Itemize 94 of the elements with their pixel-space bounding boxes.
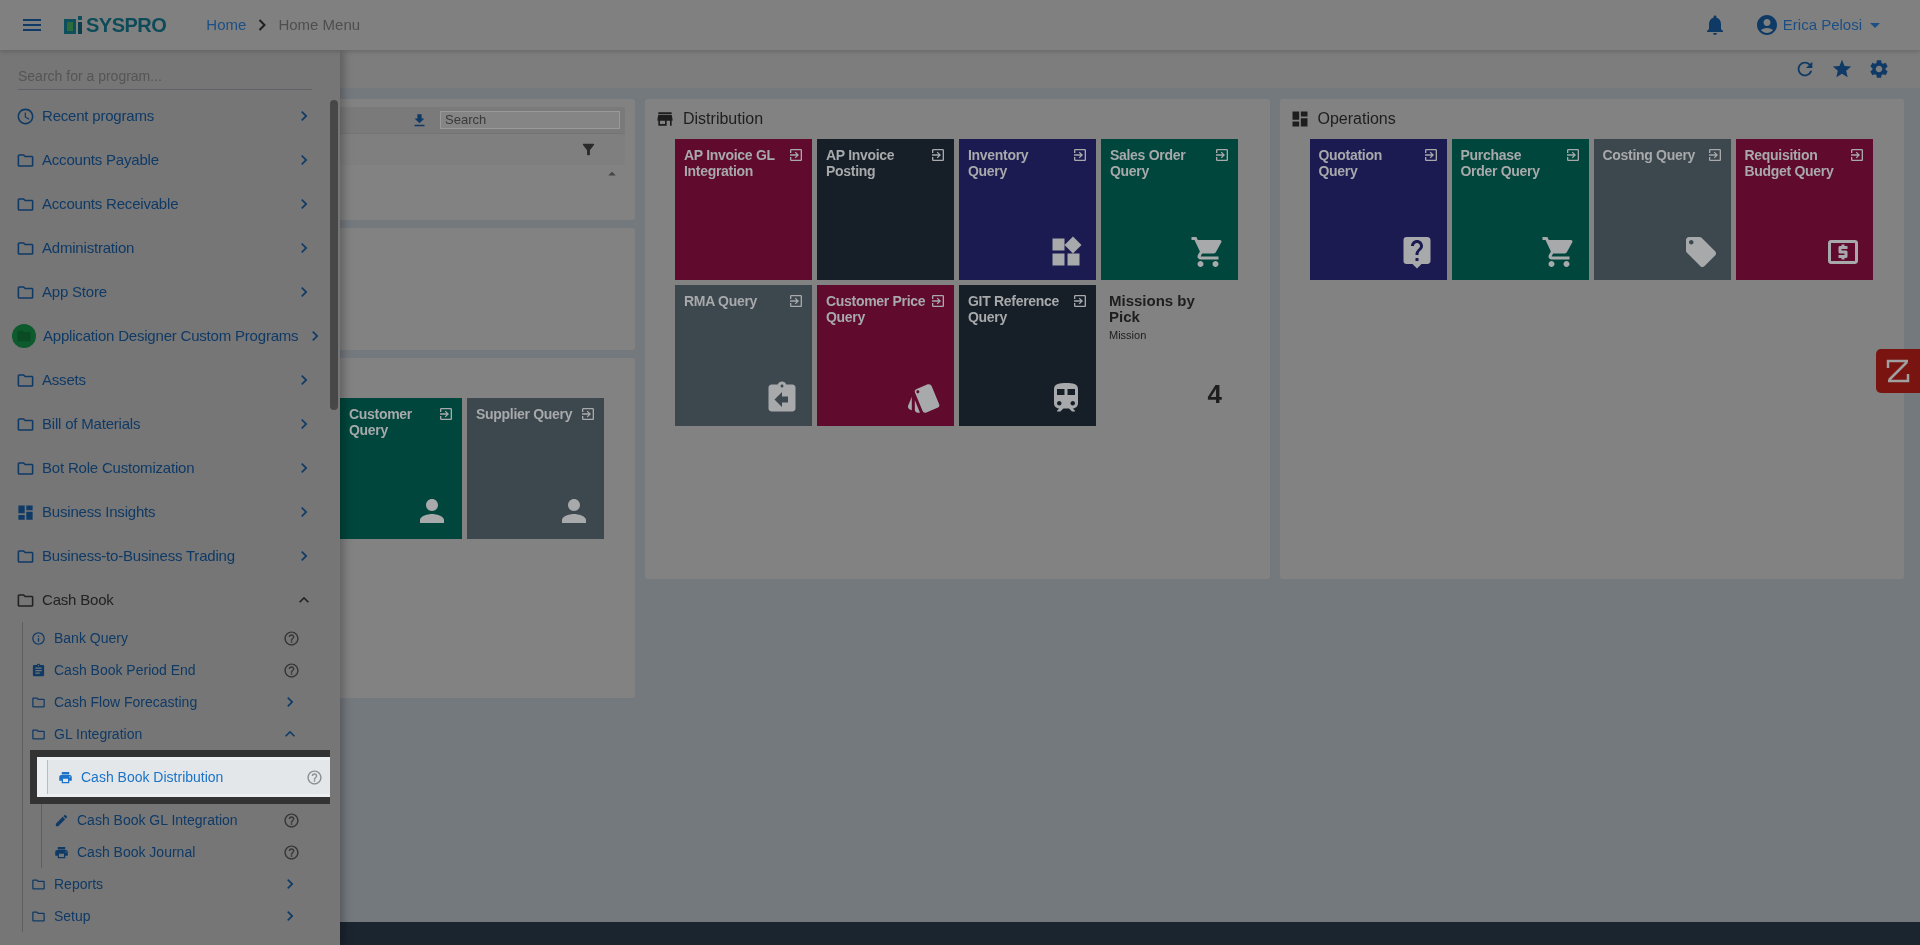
user-menu-button[interactable]: Erica Pelosi: [1754, 13, 1880, 37]
menu-item[interactable]: Recent programs: [0, 94, 330, 138]
menu-item[interactable]: Bot Role Customization: [0, 446, 330, 490]
menu-item[interactable]: Cash Book Distribution: [48, 760, 330, 794]
menu-item[interactable]: Administration: [0, 226, 330, 270]
menu-item[interactable]: Cash Flow Forecasting: [23, 686, 322, 718]
folder-icon: [12, 324, 36, 348]
caret-icon: [1870, 22, 1880, 28]
floating-action-button[interactable]: [1876, 349, 1920, 393]
pencil-icon: [54, 812, 69, 828]
menu-item[interactable]: Business Insights: [0, 490, 330, 534]
menu-item[interactable]: Assets: [0, 358, 330, 402]
menu-item[interactable]: Bank Query: [23, 622, 322, 654]
store-icon: [655, 109, 675, 129]
chevron-icon: [258, 19, 267, 31]
launch-icon: [930, 147, 946, 163]
tile-subtitle: Mission: [1109, 328, 1148, 343]
launch-icon: [580, 406, 596, 422]
breadcrumb-link[interactable]: Home: [206, 13, 247, 37]
menu-item[interactable]: Business-to-Business Trading: [0, 534, 330, 578]
menu-item[interactable]: Cash Book: [0, 578, 330, 622]
launch-icon: [788, 293, 804, 309]
tile-title: Supplier Query: [476, 406, 573, 422]
program-tile[interactable]: Customer Query: [340, 398, 462, 539]
program-tile[interactable]: Purchase Order Query: [1451, 139, 1589, 280]
program-tile[interactable]: Supplier Query: [467, 398, 604, 539]
expand-arrows-icon: [1885, 358, 1911, 384]
launch-icon: [1072, 293, 1088, 309]
menu-item[interactable]: Application Designer Custom Programs: [0, 314, 330, 358]
settings-icon[interactable]: [1868, 58, 1890, 80]
program-tile[interactable]: Costing Query: [1593, 139, 1731, 280]
help-icon[interactable]: [306, 768, 323, 786]
tile-title: Missions by Pick: [1109, 293, 1196, 325]
scrollbar-thumb[interactable]: [330, 100, 338, 410]
printer-icon: [54, 844, 69, 860]
dashboard-icon: [16, 502, 35, 522]
star-icon[interactable]: [1831, 58, 1853, 80]
kpi-tile[interactable]: Missions by Pick Mission 4: [1101, 285, 1238, 426]
program-tile[interactable]: GIT Reference Query: [959, 285, 1096, 426]
info-icon: [31, 630, 46, 646]
help-icon[interactable]: [283, 629, 300, 647]
menu-item[interactable]: GL Integration: [23, 718, 322, 750]
program-tile[interactable]: AP Invoice GL Integration: [675, 139, 812, 280]
program-tile[interactable]: RMA Query: [675, 285, 812, 426]
program-tile[interactable]: Quotation Query: [1309, 139, 1447, 280]
tile-title: Requisition Budget Query: [1744, 147, 1835, 179]
tile-value: 4: [1207, 378, 1222, 411]
menu-item[interactable]: Reports: [23, 868, 322, 900]
logo-mark-icon: [64, 16, 82, 34]
program-tile[interactable]: Inventory Query: [959, 139, 1096, 280]
launch-icon: [438, 406, 454, 422]
menu-item[interactable]: Setup: [23, 900, 322, 932]
menu-item[interactable]: Cash Book Period End: [23, 654, 322, 686]
launch-icon: [1564, 147, 1581, 163]
tile-title: Inventory Query: [968, 147, 1030, 179]
program-tile[interactable]: Customer Price Query: [817, 285, 954, 426]
help-icon[interactable]: [283, 843, 300, 861]
clock-icon: [16, 106, 35, 126]
menu-item[interactable]: App Store: [0, 270, 330, 314]
help-icon[interactable]: [283, 811, 300, 829]
program-tile[interactable]: AP Invoice Posting: [817, 139, 954, 280]
program-tile[interactable]: Sales Order Query: [1101, 139, 1238, 280]
menu-item[interactable]: Accounts Receivable: [0, 182, 330, 226]
tile-title: AP Invoice GL Integration: [684, 147, 776, 179]
tile-title: Sales Order Query: [1110, 147, 1187, 179]
menu-item[interactable]: Bill of Materials: [0, 402, 330, 446]
launch-icon: [788, 147, 804, 163]
tile-title: Costing Query: [1602, 147, 1696, 163]
launch-icon: [1214, 147, 1230, 163]
tile-title: GIT Reference Query: [968, 293, 1061, 325]
launch-icon: [1422, 147, 1439, 163]
search-field[interactable]: Search: [440, 111, 620, 129]
tile-title: Customer Query: [349, 406, 413, 438]
launch-icon: [1072, 147, 1088, 163]
launch-icon: [1706, 147, 1723, 163]
menu-item[interactable]: Cash Book GL Integration: [42, 804, 322, 836]
filter-icon[interactable]: [580, 141, 597, 158]
printer-icon: [58, 769, 73, 785]
panel-title: Operations: [1317, 109, 1396, 129]
tile-title: AP Invoice Posting: [826, 147, 896, 179]
tile-title: Purchase Order Query: [1460, 147, 1541, 179]
program-tile[interactable]: Requisition Budget Query: [1735, 139, 1873, 280]
tile-title: Quotation Query: [1318, 147, 1383, 179]
account-icon: [1754, 13, 1779, 37]
help-icon[interactable]: [283, 661, 300, 679]
clipboard-icon: [31, 662, 46, 678]
tile-title: Customer Price Query: [826, 293, 926, 325]
tile-title: RMA Query: [684, 293, 757, 309]
menu-item[interactable]: Accounts Payable: [0, 138, 330, 182]
menu-item[interactable]: Cash Book Journal: [42, 836, 322, 868]
panel-title: Distribution: [683, 109, 764, 129]
logo-text: SYSPRO: [86, 13, 167, 38]
launch-icon: [1848, 147, 1865, 163]
launch-icon: [930, 293, 946, 309]
